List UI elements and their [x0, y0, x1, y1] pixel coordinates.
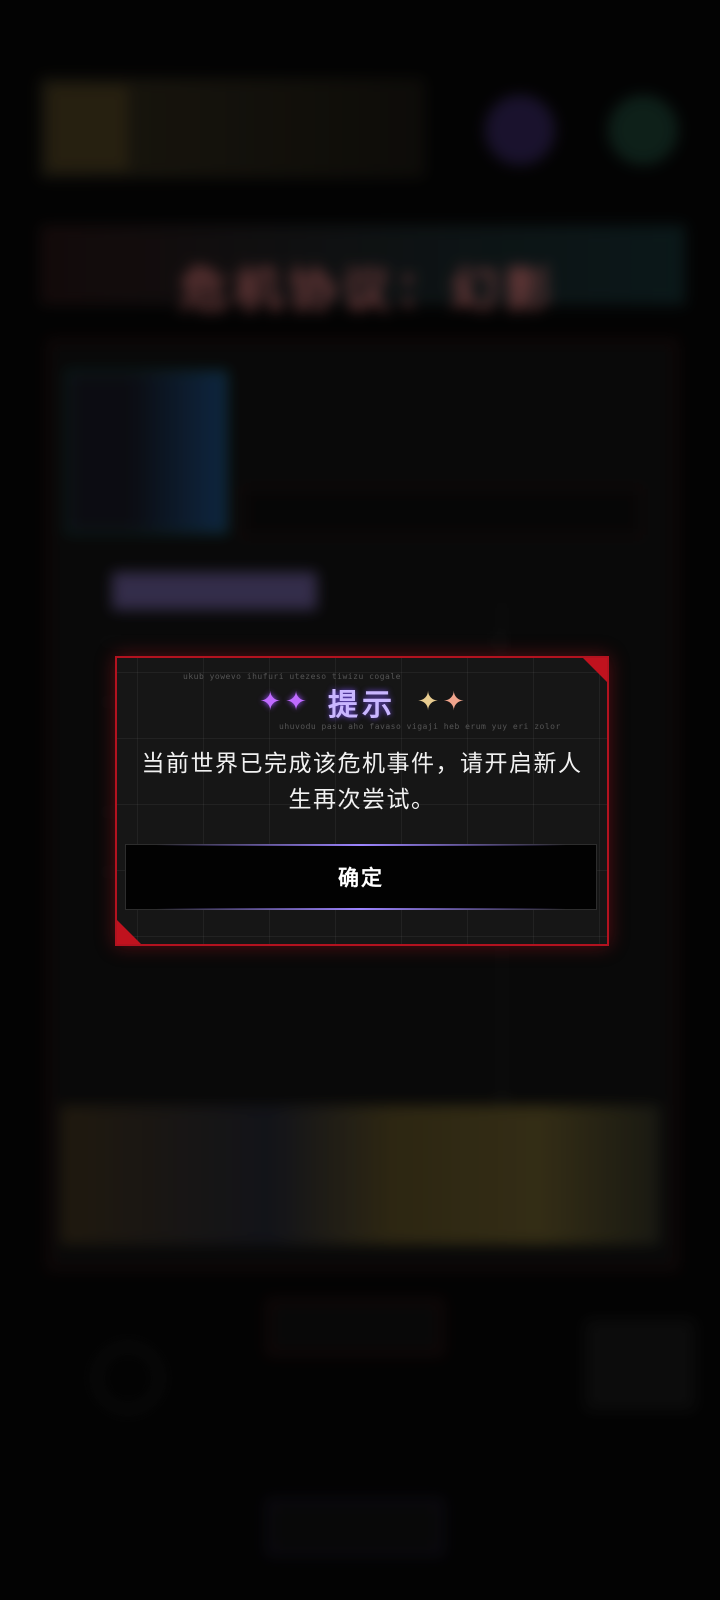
dialog-message: 当前世界已完成该危机事件，请开启新人生再次尝试。: [141, 751, 583, 813]
sparkle-purple-icon: ✦: [259, 687, 282, 717]
confirm-button[interactable]: 确定: [125, 844, 597, 910]
corner-accent-bottom-left: [117, 920, 141, 944]
sparkle-gold-icon: ✦: [417, 687, 439, 717]
dialog-title-row: ✦ ✦ 提示 ✦ ✦: [117, 680, 607, 724]
dialog-title: 提示: [328, 688, 396, 723]
corner-accent-top-right: [583, 658, 607, 682]
sparkle-peach-icon: ✦: [442, 687, 465, 717]
confirm-button-label: 确定: [338, 866, 384, 890]
sparkle-purple-icon: ✦: [285, 687, 307, 717]
hint-dialog: ukub yowevo ihufuri utezeso tiwizu cogal…: [115, 656, 609, 946]
